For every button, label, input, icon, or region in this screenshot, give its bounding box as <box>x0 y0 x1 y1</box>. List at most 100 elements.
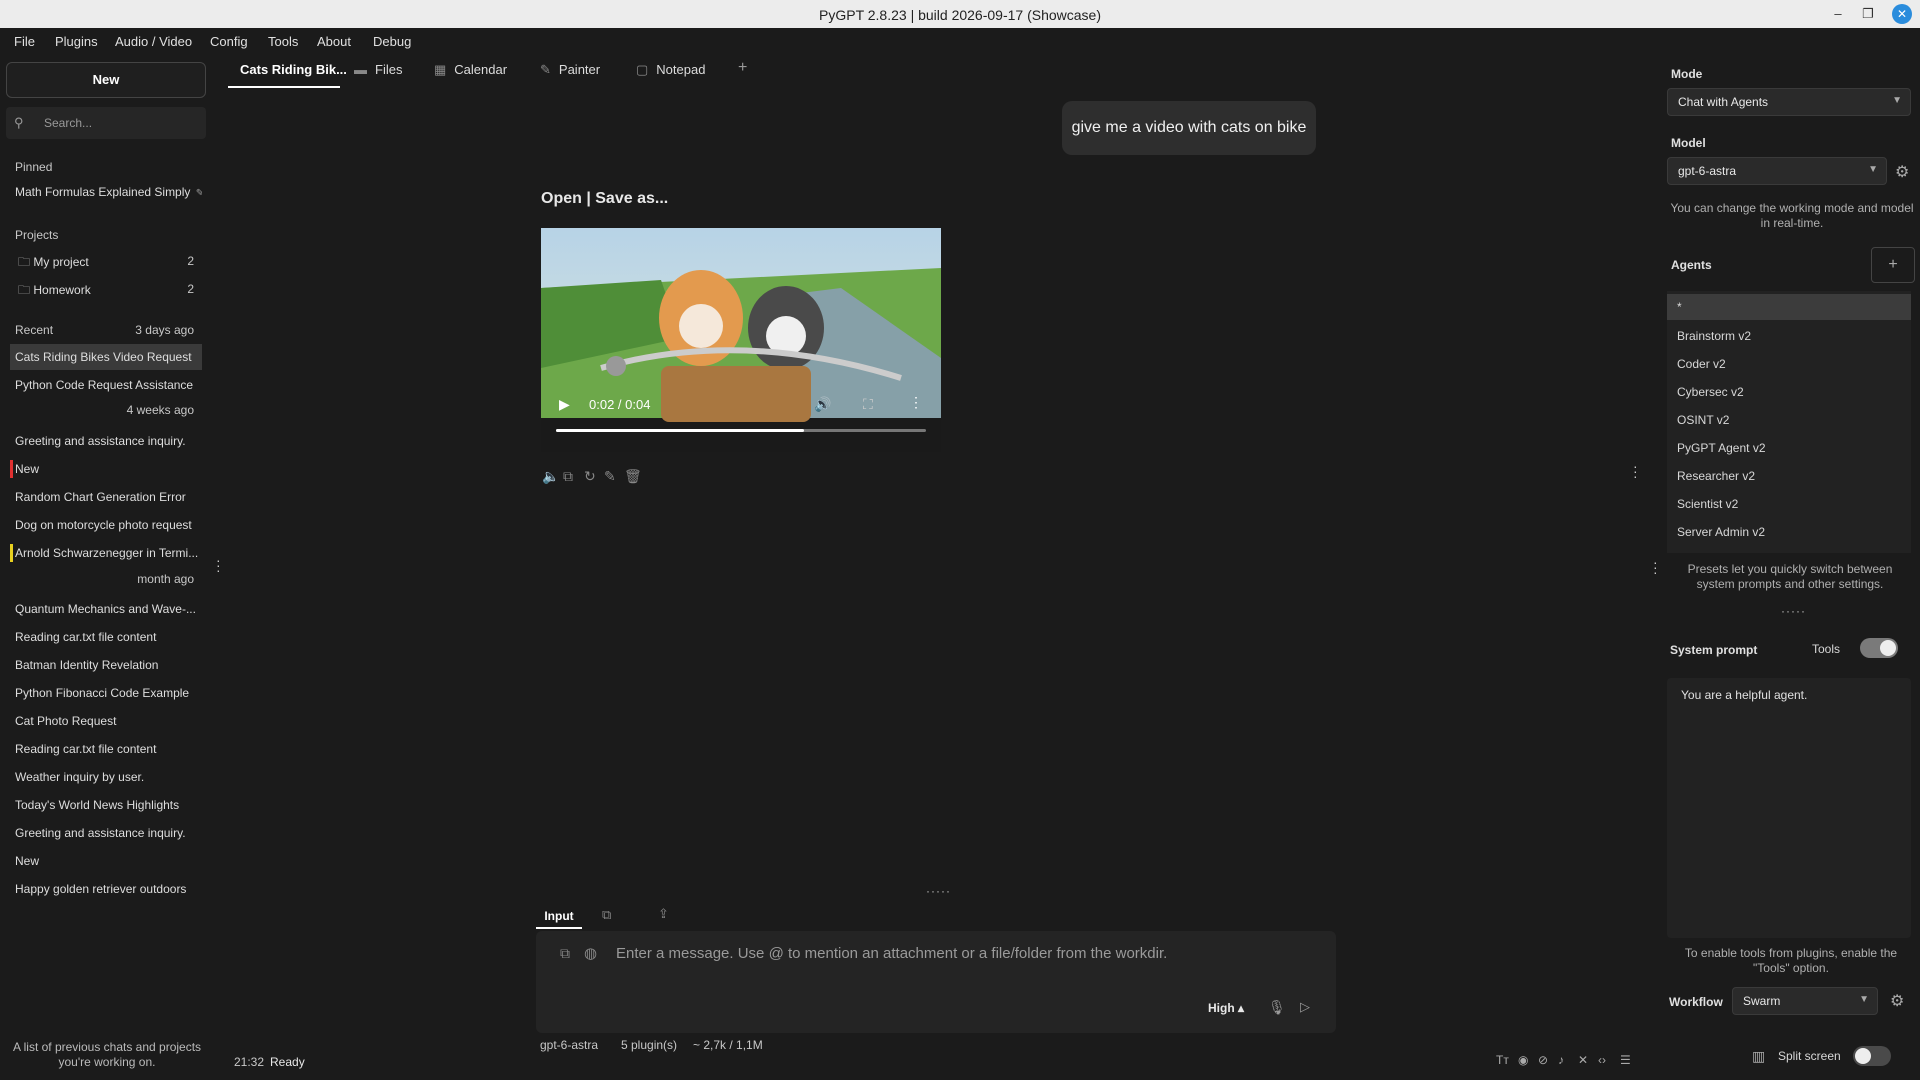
menu-config[interactable]: Config <box>210 34 248 49</box>
chat-item[interactable]: Greeting and assistance inquiry. <box>10 428 202 454</box>
agent-item[interactable]: Researcher v2 <box>1667 463 1911 489</box>
sidebar-splitter-handle[interactable]: · · · <box>216 553 221 577</box>
workflow-settings-gear-icon[interactable]: ⚙ <box>1890 991 1904 1011</box>
chat-menu-icon[interactable]: · · · <box>1633 459 1638 483</box>
play-icon[interactable]: ▶ <box>559 396 570 413</box>
chat-item[interactable]: Batman Identity Revelation <box>10 652 202 678</box>
regenerate-icon[interactable]: ↻ <box>584 468 596 485</box>
chat-item[interactable]: Dog on motorcycle photo request <box>10 512 202 538</box>
menu-about[interactable]: About <box>317 34 351 49</box>
agent-item[interactable]: * <box>1667 294 1911 320</box>
model-settings-gear-icon[interactable]: ⚙ <box>1895 162 1909 182</box>
fullscreen-icon[interactable]: ⛶ <box>863 396 873 413</box>
project-item[interactable]: 🗀 My project <box>10 247 202 273</box>
title-bar: PyGPT 2.8.23 | build 2026-09-17 (Showcas… <box>0 0 1920 28</box>
mode-model-hint: You can change the working mode and mode… <box>1670 201 1914 230</box>
send-icon[interactable]: ▷ <box>1300 999 1310 1015</box>
database-icon[interactable]: ☰ <box>1620 1053 1631 1067</box>
mode-select[interactable]: Chat with Agents ▼ <box>1667 88 1911 116</box>
tab-notepad[interactable]: ▢ Notepad <box>636 62 705 88</box>
video-links[interactable]: Open | Save as... <box>541 190 668 208</box>
agent-item[interactable]: PyGPT Agent v2 <box>1667 435 1911 461</box>
workflow-select[interactable]: Swarm ▼ <box>1732 987 1878 1015</box>
model-select[interactable]: gpt-6-astra ▼ <box>1667 157 1887 185</box>
message-input[interactable]: ⧉ ◍ Enter a message. Use @ to mention an… <box>536 931 1336 1033</box>
agent-item[interactable]: OSINT v2 <box>1667 407 1911 433</box>
search-placeholder: Search... <box>44 116 93 130</box>
mic-icon[interactable]: ♪ <box>1558 1053 1564 1067</box>
workflow-select-value: Swarm <box>1743 994 1781 1008</box>
speaker-off-icon[interactable]: ✕ <box>1578 1053 1588 1067</box>
close-icon[interactable]: ✕ <box>1892 4 1912 24</box>
chat-item[interactable]: Reading car.txt file content <box>10 624 202 650</box>
speaker-icon[interactable]: 🔈 <box>542 468 559 485</box>
input-splitter-handle[interactable]: ····· <box>926 884 951 898</box>
volume-icon[interactable]: 🔊 <box>814 396 831 413</box>
tab-chat[interactable]: Cats Riding Bik... <box>228 62 347 88</box>
globe-icon[interactable]: ◍ <box>584 944 597 962</box>
chat-item[interactable]: Python Code Request Assistance <box>10 372 202 398</box>
split-screen-toggle[interactable] <box>1853 1046 1891 1066</box>
agent-item[interactable]: Coder v2 <box>1667 351 1911 377</box>
agent-item[interactable]: Brainstorm v2 <box>1667 323 1911 349</box>
font-size-icon[interactable]: Tт <box>1496 1053 1509 1067</box>
agent-item[interactable]: Scientist v2 <box>1667 491 1911 517</box>
delete-icon[interactable]: 🗑 <box>624 468 642 485</box>
folder-icon: 🗀 <box>18 255 31 269</box>
message-placeholder: Enter a message. Use @ to mention an att… <box>616 945 1168 962</box>
microphone-icon[interactable]: 🎙 <box>1268 999 1286 1016</box>
agent-item[interactable]: Cybersec v2 <box>1667 379 1911 405</box>
chat-item[interactable]: Python Fibonacci Code Example <box>10 680 202 706</box>
chat-item[interactable]: New <box>10 456 202 482</box>
mode-select-value: Chat with Agents <box>1678 95 1769 109</box>
search-icon: ⚲ <box>14 115 24 130</box>
chat-item[interactable]: Happy golden retriever outdoors <box>10 876 202 902</box>
chat-item[interactable]: New <box>10 848 202 874</box>
attach-icon[interactable]: ⧉ <box>560 945 570 962</box>
agent-item[interactable]: Server Admin v2 <box>1667 519 1911 545</box>
pin-icon: ✎ <box>195 188 202 199</box>
chat-item[interactable]: Reading car.txt file content <box>10 736 202 762</box>
search-input[interactable]: ⚲ Search... <box>6 107 206 139</box>
eye-icon[interactable]: ◉ <box>1518 1053 1528 1067</box>
restore-icon[interactable]: ❐ <box>1858 4 1878 24</box>
presets-splitter-handle[interactable]: ····· <box>1781 604 1806 618</box>
upload-tab-icon[interactable]: ⇪ <box>658 906 669 922</box>
edit-icon[interactable]: ✎ <box>604 468 616 485</box>
menu-file[interactable]: File <box>14 34 35 49</box>
attachment-tab-icon[interactable]: ⧉ <box>602 907 611 923</box>
chat-item[interactable]: Cats Riding Bikes Video Request <box>10 344 202 370</box>
code-icon[interactable]: ‹› <box>1598 1053 1606 1067</box>
tab-painter[interactable]: ✎ Painter <box>540 62 600 88</box>
chat-item[interactable]: Today's World News Highlights <box>10 792 202 818</box>
tab-input[interactable]: Input <box>536 903 582 929</box>
menu-debug[interactable]: Debug <box>373 34 411 49</box>
video-player[interactable]: ▶ 0:02 / 0:04 🔊 ⛶ ⋮ <box>541 228 941 452</box>
pinned-item[interactable]: Math Formulas Explained Simply ✎ <box>10 179 202 205</box>
project-item[interactable]: 🗀 Homework <box>10 275 202 301</box>
tab-calendar[interactable]: ▦ Calendar <box>434 62 507 88</box>
chat-item[interactable]: Greeting and assistance inquiry. <box>10 820 202 846</box>
menu-plugins[interactable]: Plugins <box>55 34 98 49</box>
tools-toggle[interactable] <box>1860 638 1898 658</box>
menu-tools[interactable]: Tools <box>268 34 298 49</box>
new-chat-button[interactable]: New <box>6 62 206 98</box>
chat-item[interactable]: Cat Photo Request <box>10 708 202 734</box>
add-tab-button[interactable]: + <box>738 59 747 85</box>
camera-off-icon[interactable]: ⊘ <box>1538 1053 1548 1067</box>
reasoning-level[interactable]: High ▴ <box>1208 1001 1244 1015</box>
video-menu-icon[interactable]: ⋮ <box>909 394 923 411</box>
system-prompt-input[interactable]: You are a helpful agent. <box>1667 678 1911 938</box>
right-splitter-handle[interactable]: · · · <box>1653 555 1658 579</box>
chat-item[interactable]: Weather inquiry by user. <box>10 764 202 790</box>
chat-item[interactable]: Arnold Schwarzenegger in Termi... <box>10 540 202 566</box>
tab-files[interactable]: ▬ Files <box>354 62 402 88</box>
chat-item[interactable]: Quantum Mechanics and Wave-... <box>10 596 202 622</box>
minimize-icon[interactable]: – <box>1828 4 1848 24</box>
menu-audio-video[interactable]: Audio / Video <box>115 34 192 49</box>
add-agent-button[interactable]: + <box>1871 247 1915 283</box>
chat-item[interactable]: Random Chart Generation Error <box>10 484 202 510</box>
project-count: 2 <box>187 282 194 296</box>
video-progress-track[interactable] <box>556 429 926 432</box>
copy-icon[interactable]: ⧉ <box>563 468 573 485</box>
